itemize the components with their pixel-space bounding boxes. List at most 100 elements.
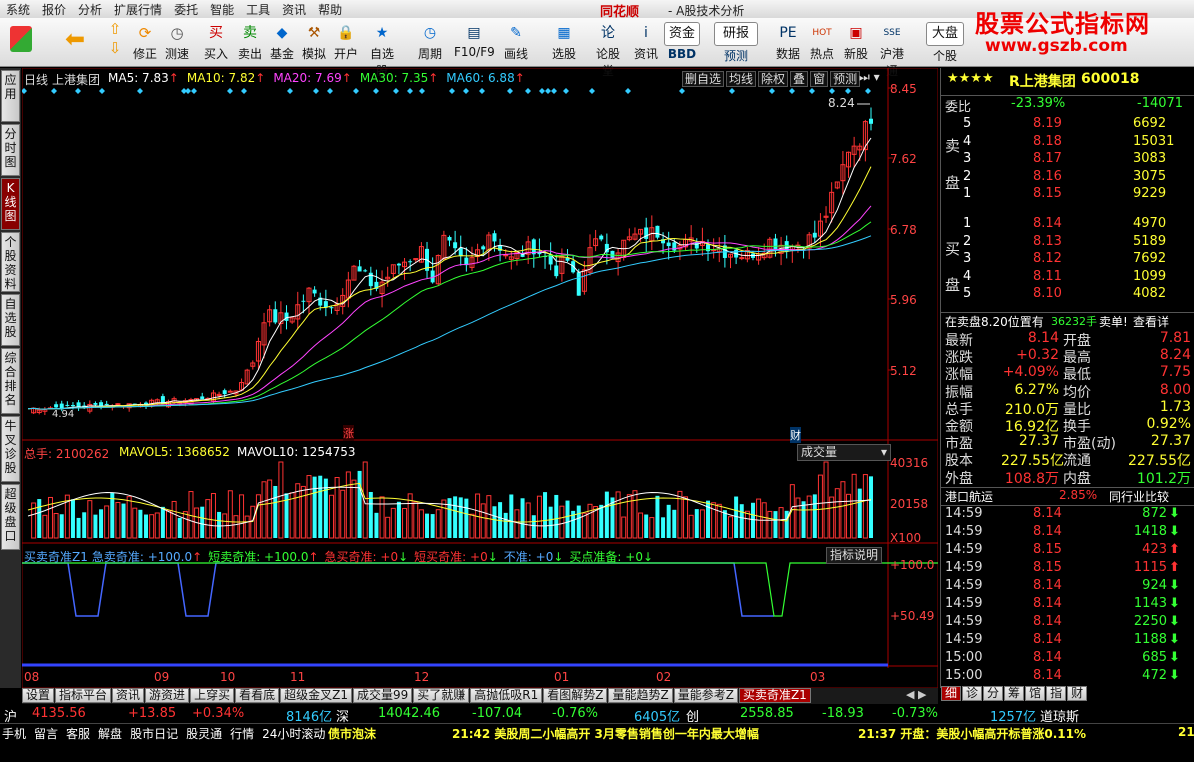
right-tab-4[interactable]: 馆 xyxy=(1025,686,1046,701)
status-link-0[interactable]: 手机 xyxy=(2,727,26,741)
fix-button[interactable]: ⟳ 修正 xyxy=(130,22,160,62)
buy-row-0[interactable]: 1 8.14 4970 xyxy=(941,216,1194,233)
menu-item-8[interactable]: 帮助 xyxy=(312,0,348,19)
status-link-5[interactable]: 股灵通 xyxy=(186,727,222,741)
status-link-2[interactable]: 客服 xyxy=(66,727,90,741)
news-3[interactable]: 21:37 开盘：美股小幅高开标普涨0.11% xyxy=(858,725,1086,742)
left-tab-2[interactable]: K线图 xyxy=(1,178,20,230)
buy-row-4[interactable]: 5 8.10 4082 xyxy=(941,286,1194,303)
left-tab-6[interactable]: 牛叉诊股 xyxy=(1,416,20,482)
formula-tab-6[interactable]: 超级金叉Z1 xyxy=(280,688,352,703)
menu-item-5[interactable]: 智能 xyxy=(204,0,240,19)
speedtest-button[interactable]: ◷ 测速 xyxy=(162,22,192,62)
left-tab-5[interactable]: 综合排名 xyxy=(1,348,20,414)
menu-item-7[interactable]: 资讯 xyxy=(276,0,312,19)
right-tab-6[interactable]: 财 xyxy=(1067,686,1088,701)
cai-marker[interactable]: 财 xyxy=(790,427,801,443)
left-tab-7[interactable]: 超级盘口 xyxy=(1,484,20,550)
menu-item-4[interactable]: 委托 xyxy=(168,0,204,19)
notice-row[interactable]: 在卖盘8.20位置有 36232手 卖单! 查看详 xyxy=(941,312,1194,330)
left-tab-4[interactable]: 自选股 xyxy=(1,294,20,346)
status-link-3[interactable]: 解盘 xyxy=(98,727,122,741)
sell-row-0[interactable]: 5 8.19 6692 xyxy=(941,116,1194,133)
industry-compare-button[interactable]: 同行业比较 xyxy=(1109,488,1169,505)
up-button[interactable]: ⇧ ⇩ xyxy=(100,20,130,58)
toolbar-3[interactable]: ⚒ 模拟 xyxy=(298,22,330,62)
chart-btn-2[interactable]: 除权 xyxy=(758,71,789,87)
kline-chart[interactable]: 日线 上港集团 MA5: 7.83↑ MA10: 7.82↑ MA20: 7.69↑… xyxy=(22,68,938,688)
left-tab-0[interactable]: 应用 xyxy=(1,70,20,122)
news-title-1[interactable]: 债市泡沫 xyxy=(328,725,376,742)
buy-row-3[interactable]: 4 8.11 1099 xyxy=(941,269,1194,286)
chart-btn-4[interactable]: 窗 xyxy=(810,71,829,87)
menu-item-6[interactable]: 工具 xyxy=(240,0,276,19)
toolbar-0[interactable]: 买买入 xyxy=(200,22,232,62)
status-link-7[interactable]: 24小时滚动 xyxy=(262,727,325,741)
right-tab-2[interactable]: 分 xyxy=(983,686,1004,701)
sell-volume: 15031 xyxy=(1133,133,1175,149)
toolbar-4[interactable]: 🔒 开户 xyxy=(330,22,362,62)
right-tab-1[interactable]: 诊 xyxy=(962,686,983,701)
volume-menu-select[interactable]: 成交量 ▾ xyxy=(797,444,891,461)
chart-btn-3[interactable]: 叠 xyxy=(790,71,809,87)
back-button[interactable]: ⬅ xyxy=(60,22,90,51)
formula-tab-0[interactable]: 设置 xyxy=(22,688,55,703)
tab-scroll-icon[interactable]: ◀ ▶ xyxy=(906,688,926,701)
status-link-4[interactable]: 股市日记 xyxy=(130,727,178,741)
formula-tab-4[interactable]: 上穿买 xyxy=(190,688,235,703)
menu-item-2[interactable]: 分析 xyxy=(72,0,108,19)
chart-btn-0[interactable]: 删自选 xyxy=(682,71,725,87)
buy-row-1[interactable]: 2 8.13 5189 xyxy=(941,234,1194,251)
menu-item-3[interactable]: 扩展行情 xyxy=(108,0,168,19)
toolbar-9[interactable]: ▦ 选股 xyxy=(548,22,580,62)
indicator-help-button[interactable]: 指标说明 xyxy=(826,547,883,564)
news-2[interactable]: 21:42 美股周二小幅高开 3月零售销售创一年内最大增幅 xyxy=(452,725,759,742)
quote-value-2: 8.24 xyxy=(1159,347,1191,364)
sell-row-3[interactable]: 2 8.16 3075 xyxy=(941,169,1194,186)
dapan-button[interactable]: 大盘 个股 xyxy=(926,22,964,64)
toolbar-2[interactable]: ◆ 基金 xyxy=(266,22,298,62)
menu-item-1[interactable]: 报价 xyxy=(36,0,72,19)
sell-row-1[interactable]: 4 8.18 15031 xyxy=(941,134,1194,151)
formula-tab-5[interactable]: 看看底 xyxy=(235,688,280,703)
right-tab-5[interactable]: 指 xyxy=(1046,686,1067,701)
zhang-marker[interactable]: 涨 xyxy=(343,425,354,441)
toolbar-12[interactable]: PE 数据 xyxy=(772,22,804,62)
right-tab-0[interactable]: 细 xyxy=(941,686,962,701)
formula-tab-2[interactable]: 资讯 xyxy=(112,688,145,703)
expand-icon[interactable]: ⏭ ▾ xyxy=(859,70,880,85)
formula-tab-8[interactable]: 买了就赚 xyxy=(413,688,470,703)
formula-tab-10[interactable]: 看图解势Z xyxy=(543,688,608,703)
right-tab-3[interactable]: 筹 xyxy=(1004,686,1025,701)
chart-btn-5[interactable]: 预测 xyxy=(830,71,861,87)
left-tab-3[interactable]: 个股资料 xyxy=(1,232,20,292)
toolbar-7[interactable]: ▤ F10/F9 xyxy=(454,22,495,59)
status-link-1[interactable]: 留言 xyxy=(34,727,58,741)
zijin-button[interactable]: 资金 BBD xyxy=(664,22,700,61)
formula-tab-12[interactable]: 量能参考Z xyxy=(673,688,738,703)
toolbar-1[interactable]: 卖卖出 xyxy=(234,22,266,62)
toolbar-14[interactable]: ▣ 新股 xyxy=(840,22,872,62)
toolbar-11[interactable]: i 资讯 xyxy=(630,22,662,62)
toolbar-13[interactable]: HOT 热点 xyxy=(806,22,838,62)
toolbar-8[interactable]: ✎ 画线 xyxy=(500,22,532,62)
toolbar-6[interactable]: ◷ 周期 xyxy=(414,22,446,62)
status-link-6[interactable]: 行情 xyxy=(230,727,254,741)
formula-tab-11[interactable]: 量能趋势Z xyxy=(608,688,673,703)
notice-d[interactable]: 查看详 xyxy=(1133,313,1169,330)
sell-row-2[interactable]: 3 8.17 3083 xyxy=(941,151,1194,168)
indicator-name[interactable]: 买卖奇准Z1 xyxy=(24,550,88,564)
formula-tab-9[interactable]: 高抛低吸R1 xyxy=(470,688,543,703)
formula-tab-1[interactable]: 指标平台 xyxy=(55,688,112,703)
formula-tab-7[interactable]: 成交量99 xyxy=(352,688,413,703)
grid-button[interactable] xyxy=(6,22,36,53)
chart-btn-1[interactable]: 均线 xyxy=(726,71,757,87)
chart-canvas[interactable] xyxy=(22,68,938,688)
yanbao-button[interactable]: 研报 预测 xyxy=(714,22,758,64)
formula-tab-3[interactable]: 游资进 xyxy=(145,688,190,703)
left-tab-1[interactable]: 分时图 xyxy=(1,124,20,176)
buy-row-2[interactable]: 3 8.12 7692 xyxy=(941,251,1194,268)
formula-tab-13[interactable]: 买卖奇准Z1 xyxy=(738,688,811,703)
sell-row-4[interactable]: 1 8.15 9229 xyxy=(941,186,1194,203)
menu-item-0[interactable]: 系统 xyxy=(0,0,36,19)
